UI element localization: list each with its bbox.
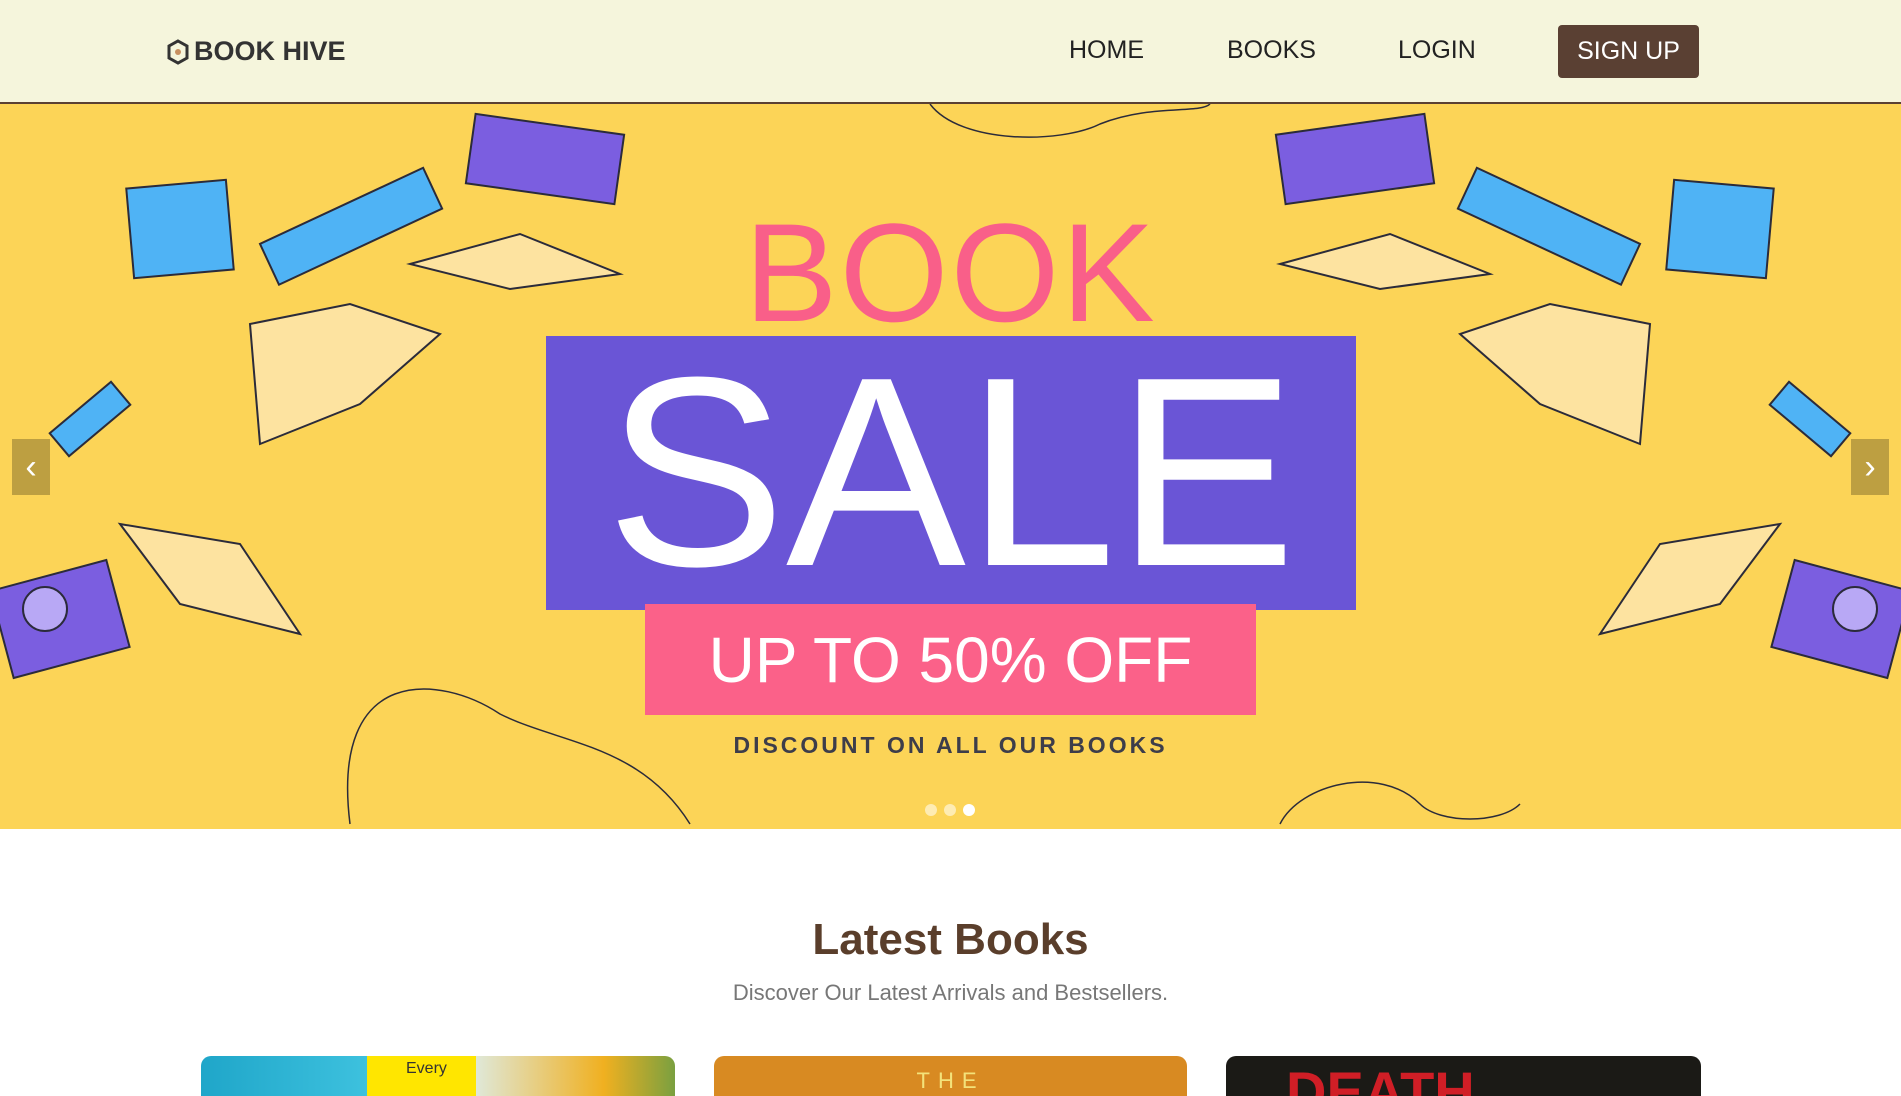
hexagon-logo-icon [167, 38, 189, 65]
carousel-indicators [925, 804, 975, 816]
signup-button[interactable]: SIGN UP [1558, 25, 1699, 78]
nav-login[interactable]: LOGIN [1398, 36, 1476, 65]
hero-carousel: BOOK SALE UP TO 50% OFF DISCOUNT ON ALL … [0, 104, 1901, 829]
carousel-dot-active[interactable] [963, 804, 975, 816]
carousel-dot[interactable] [944, 804, 956, 816]
book-cover-text: DEATH [1286, 1060, 1475, 1096]
book-cover-text: Every [406, 1060, 447, 1077]
banner-sale-text: SALE [546, 336, 1356, 610]
carousel-prev-button[interactable]: ‹ [12, 439, 50, 495]
logo[interactable]: BOOK HIVE [166, 36, 346, 67]
carousel-dot[interactable] [925, 804, 937, 816]
chevron-left-icon: ‹ [25, 447, 37, 486]
nav-books[interactable]: BOOKS [1227, 36, 1316, 65]
banner-discount-text: DISCOUNT ON ALL OUR BOOKS [733, 732, 1168, 758]
nav-home[interactable]: HOME [1069, 36, 1144, 65]
section-title: Latest Books [812, 915, 1089, 964]
book-card[interactable]: Every [201, 1056, 675, 1096]
banner-offer-text: UP TO 50% OFF [645, 604, 1256, 715]
section-subtitle: Discover Our Latest Arrivals and Bestsel… [732, 980, 1169, 1005]
header: BOOK HIVE HOME BOOKS LOGIN SIGN UP [0, 0, 1901, 104]
chevron-right-icon: › [1864, 447, 1876, 486]
book-cover-text: THE [916, 1068, 985, 1093]
carousel-next-button[interactable]: › [1851, 439, 1889, 495]
book-card[interactable]: THE [714, 1056, 1187, 1096]
logo-text: BOOK HIVE [194, 36, 346, 66]
book-card[interactable]: DEATH [1226, 1056, 1701, 1096]
